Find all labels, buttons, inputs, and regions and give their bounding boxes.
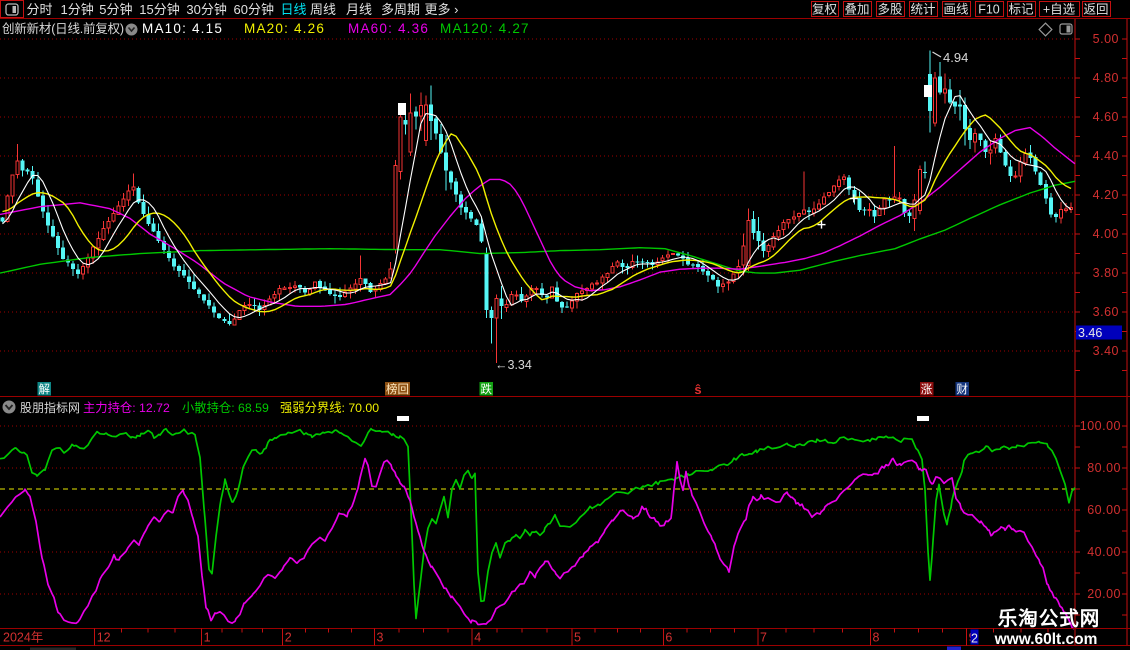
svg-text:解: 解 — [38, 382, 50, 396]
svg-text:3.60: 3.60 — [1093, 305, 1119, 319]
svg-text:www.60lt.com: www.60lt.com — [994, 631, 1098, 648]
svg-text:小散持仓: 68.59: 小散持仓: 68.59 — [182, 400, 269, 415]
svg-text:更多 ›: 更多 › — [425, 2, 459, 17]
svg-text:MA20: 4.26: MA20: 4.26 — [244, 21, 325, 36]
svg-text:15分钟: 15分钟 — [139, 2, 179, 17]
svg-text:周线: 周线 — [310, 2, 336, 17]
svg-text:4: 4 — [474, 631, 481, 645]
svg-text:12: 12 — [97, 631, 111, 645]
svg-text:多周期: 多周期 — [381, 2, 420, 17]
svg-text:5.00: 5.00 — [1093, 32, 1119, 46]
svg-text:5分钟: 5分钟 — [99, 2, 132, 17]
svg-text:3.80: 3.80 — [1093, 266, 1119, 280]
svg-text:创新新材(日线.前复权): 创新新材(日线.前复权) — [2, 21, 124, 36]
svg-text:股朋指标网: 股朋指标网 — [20, 400, 80, 415]
svg-text:60.00: 60.00 — [1087, 503, 1121, 517]
svg-text:多股: 多股 — [877, 3, 903, 17]
svg-text:4.94: 4.94 — [943, 50, 968, 65]
svg-text:3.40: 3.40 — [1093, 344, 1119, 358]
svg-text:跌: 跌 — [480, 382, 492, 396]
svg-text:日线: 日线 — [281, 2, 307, 17]
svg-text:8: 8 — [873, 631, 880, 645]
svg-text:分时: 分时 — [27, 2, 53, 17]
svg-text:2024年: 2024年 — [3, 631, 43, 645]
svg-text:MA120: 4.27: MA120: 4.27 — [440, 21, 530, 36]
svg-text:4.40: 4.40 — [1093, 149, 1119, 163]
svg-text:60分钟: 60分钟 — [234, 2, 274, 17]
svg-text:←3.34: ←3.34 — [495, 358, 532, 372]
svg-text:100.00: 100.00 — [1080, 419, 1121, 433]
svg-text:标记: 标记 — [1008, 3, 1034, 17]
svg-text:5: 5 — [574, 631, 581, 645]
svg-text:财: 财 — [956, 382, 968, 396]
svg-text:1: 1 — [204, 631, 211, 645]
svg-text:1分钟: 1分钟 — [61, 2, 94, 17]
svg-text:3.46: 3.46 — [1078, 326, 1102, 340]
svg-text:40.00: 40.00 — [1087, 545, 1121, 559]
svg-text:4.80: 4.80 — [1093, 71, 1119, 85]
svg-text:20.00: 20.00 — [1087, 587, 1121, 601]
svg-text:30分钟: 30分钟 — [186, 2, 226, 17]
svg-text:7: 7 — [760, 631, 767, 645]
svg-text:2: 2 — [971, 632, 978, 646]
svg-text:2: 2 — [285, 631, 292, 645]
svg-text:复权: 复权 — [812, 2, 838, 17]
svg-text:榜回: 榜回 — [386, 382, 409, 396]
svg-text:F10: F10 — [978, 3, 1000, 17]
svg-text:MA10: 4.15: MA10: 4.15 — [142, 21, 223, 36]
svg-text:+自选: +自选 — [1043, 3, 1076, 17]
svg-text:4.00: 4.00 — [1093, 227, 1119, 241]
svg-text:月线: 月线 — [346, 2, 372, 17]
svg-text:80.00: 80.00 — [1087, 461, 1121, 475]
svg-text:6: 6 — [665, 631, 672, 645]
svg-text:ŝ: ŝ — [694, 382, 701, 397]
svg-text:画线: 画线 — [943, 3, 969, 17]
svg-text:主力持仓: 12.72: 主力持仓: 12.72 — [83, 400, 170, 415]
svg-text:强弱分界线: 70.00: 强弱分界线: 70.00 — [280, 401, 379, 415]
svg-text:MA60: 4.36: MA60: 4.36 — [348, 21, 429, 36]
svg-text:3: 3 — [377, 631, 384, 645]
svg-text:统计: 统计 — [910, 3, 935, 17]
svg-text:叠加: 叠加 — [844, 3, 869, 17]
svg-text:乐淘公式网: 乐淘公式网 — [998, 607, 1101, 630]
svg-text:4.20: 4.20 — [1093, 188, 1119, 202]
svg-text:4.60: 4.60 — [1093, 110, 1119, 124]
svg-text:涨: 涨 — [921, 383, 933, 396]
svg-text:返回: 返回 — [1083, 3, 1108, 17]
